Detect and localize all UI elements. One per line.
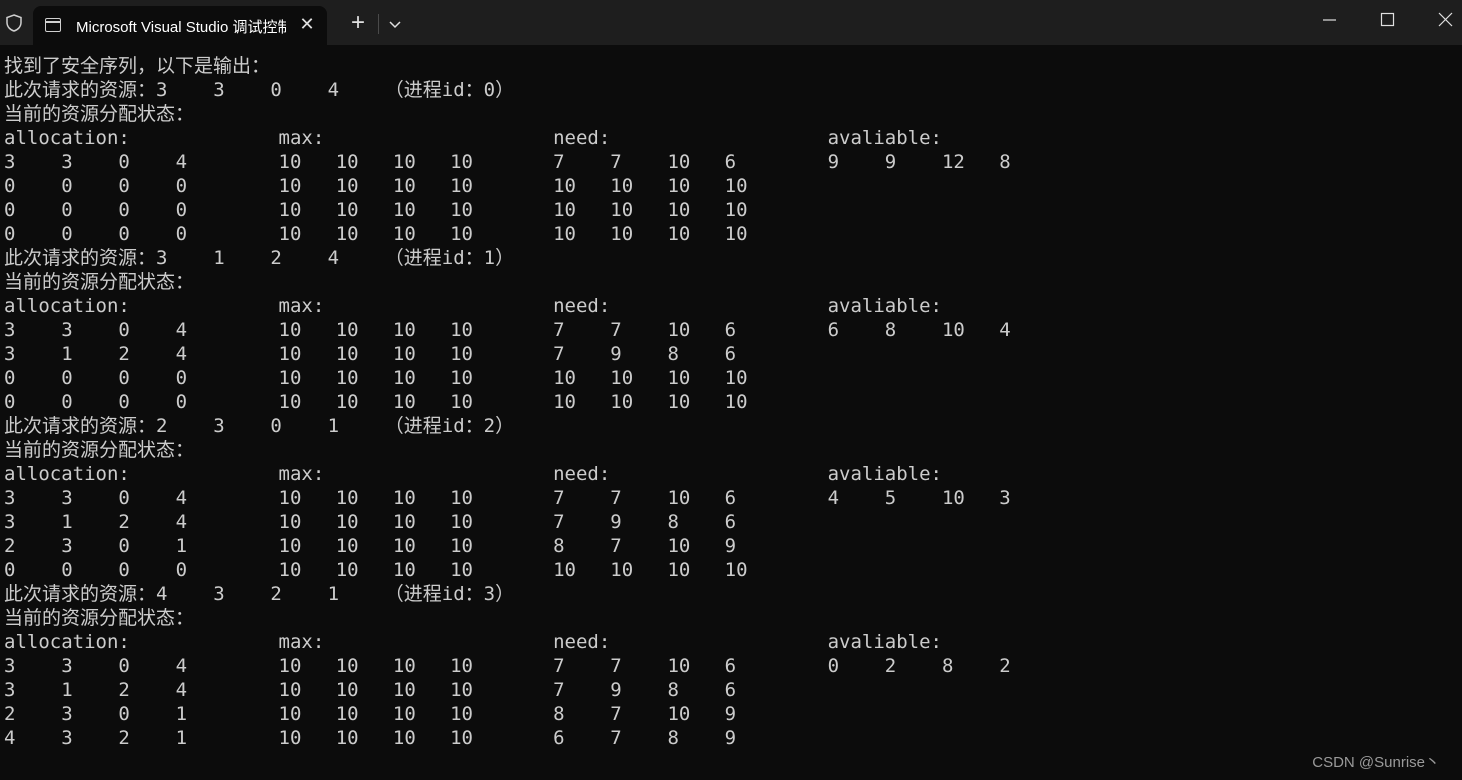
console-line: 0 0 0 0 10 10 10 10 10 10 10 10 — [4, 199, 748, 221]
console-output[interactable]: 找到了安全序列，以下是输出： 此次请求的资源：3 3 0 4 （进程id：0） 当前… — [4, 54, 1444, 762]
console-icon — [45, 18, 61, 32]
console-line: 当前的资源分配状态： — [4, 439, 195, 461]
console-line: 4 3 2 1 10 10 10 10 6 7 8 9 — [4, 727, 737, 749]
console-line: 2 3 0 1 10 10 10 10 8 7 10 9 — [4, 535, 737, 557]
console-line: allocation: max: need: avaliable: — [4, 631, 942, 653]
console-line: 此次请求的资源：3 1 2 4 （进程id：1） — [4, 247, 515, 269]
console-line: 0 0 0 0 10 10 10 10 10 10 10 10 — [4, 391, 748, 413]
console-line: 找到了安全序列，以下是输出： — [4, 55, 271, 77]
minimize-button[interactable] — [1300, 0, 1358, 40]
console-line: 此次请求的资源：4 3 2 1 （进程id：3） — [4, 583, 515, 605]
console-line: 0 0 0 0 10 10 10 10 10 10 10 10 — [4, 559, 748, 581]
shield-icon — [6, 14, 22, 32]
console-line: 此次请求的资源：3 3 0 4 （进程id：0） — [4, 79, 515, 101]
console-line: 当前的资源分配状态： — [4, 271, 195, 293]
watermark: CSDN @Sunrise丶 — [1312, 754, 1440, 771]
close-tab-icon[interactable]: ✕ — [294, 11, 320, 37]
console-line: 2 3 0 1 10 10 10 10 8 7 10 9 — [4, 703, 737, 725]
close-window-button[interactable] — [1416, 0, 1462, 40]
maximize-button[interactable] — [1358, 0, 1416, 40]
new-tab-button[interactable]: + — [344, 10, 372, 38]
console-line: 3 1 2 4 10 10 10 10 7 9 8 6 — [4, 343, 737, 365]
console-line: 当前的资源分配状态： — [4, 607, 195, 629]
tab-title: Microsoft Visual Studio 调试控制台 — [76, 19, 286, 36]
console-line: 3 1 2 4 10 10 10 10 7 9 8 6 — [4, 511, 737, 533]
console-line: 3 3 0 4 10 10 10 10 7 7 10 6 4 5 10 3 — [4, 487, 1011, 509]
console-line: 0 0 0 0 10 10 10 10 10 10 10 10 — [4, 223, 748, 245]
divider — [378, 14, 379, 34]
chevron-down-icon[interactable] — [384, 14, 406, 34]
console-line: 此次请求的资源：2 3 0 1 （进程id：2） — [4, 415, 515, 437]
console-line: 0 0 0 0 10 10 10 10 10 10 10 10 — [4, 367, 748, 389]
console-line: 3 3 0 4 10 10 10 10 7 7 10 6 6 8 10 4 — [4, 319, 1011, 341]
tab-console[interactable]: Microsoft Visual Studio 调试控制台 ✕ — [33, 6, 327, 45]
console-line: 当前的资源分配状态： — [4, 103, 195, 125]
title-bar: Microsoft Visual Studio 调试控制台 ✕ + — [0, 0, 1462, 45]
console-line: 0 0 0 0 10 10 10 10 10 10 10 10 — [4, 175, 748, 197]
console-line: allocation: max: need: avaliable: — [4, 295, 942, 317]
console-line: allocation: max: need: avaliable: — [4, 127, 942, 149]
console-line: allocation: max: need: avaliable: — [4, 463, 942, 485]
console-line: 3 3 0 4 10 10 10 10 7 7 10 6 0 2 8 2 — [4, 655, 1011, 677]
console-line: 3 3 0 4 10 10 10 10 7 7 10 6 9 9 12 8 — [4, 151, 1011, 173]
console-line: 3 1 2 4 10 10 10 10 7 9 8 6 — [4, 679, 737, 701]
